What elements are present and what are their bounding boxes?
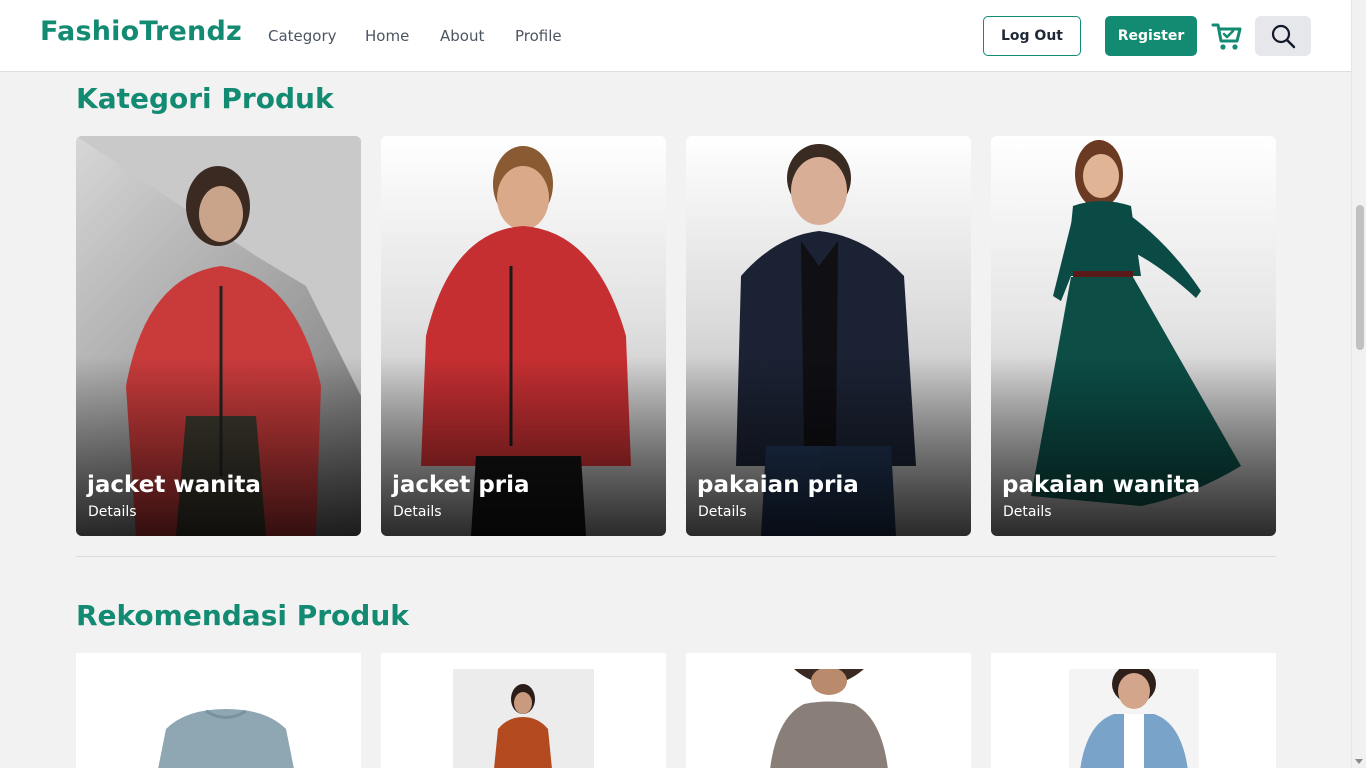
category-card-jacket-pria[interactable]: jacket pria Details bbox=[381, 136, 666, 536]
nav-home[interactable]: Home bbox=[365, 27, 409, 45]
scrollbar-thumb[interactable] bbox=[1356, 205, 1364, 350]
product-card[interactable] bbox=[991, 653, 1276, 768]
search-button[interactable] bbox=[1255, 16, 1311, 56]
nav-profile[interactable]: Profile bbox=[515, 27, 562, 45]
category-details-link[interactable]: Details bbox=[88, 504, 137, 520]
category-title: pakaian wanita bbox=[1002, 472, 1201, 498]
shopping-cart-icon[interactable] bbox=[1211, 20, 1243, 52]
nav-category[interactable]: Category bbox=[268, 27, 337, 45]
product-card[interactable] bbox=[76, 653, 361, 768]
scroll-down-arrow-icon[interactable] bbox=[1355, 759, 1363, 764]
category-title: pakaian pria bbox=[697, 472, 859, 498]
category-card-pakaian-pria[interactable]: pakaian pria Details bbox=[686, 136, 971, 536]
category-card-jacket-wanita[interactable]: jacket wanita Details bbox=[76, 136, 361, 536]
nav-about[interactable]: About bbox=[440, 27, 484, 45]
page-scrollbar[interactable] bbox=[1351, 0, 1366, 768]
product-image-sweater-blue bbox=[126, 669, 326, 768]
category-details-link[interactable]: Details bbox=[1003, 504, 1052, 520]
category-details-link[interactable]: Details bbox=[393, 504, 442, 520]
category-title: jacket wanita bbox=[87, 472, 261, 498]
category-title: jacket pria bbox=[392, 472, 530, 498]
section-divider bbox=[76, 556, 1276, 557]
product-image-sweater-taupe bbox=[764, 669, 894, 768]
product-card[interactable] bbox=[686, 653, 971, 768]
product-image-cardigan-orange bbox=[453, 669, 594, 768]
navbar: FashioTrendz Category Home About Profile… bbox=[0, 0, 1351, 72]
register-button[interactable]: Register bbox=[1105, 16, 1197, 56]
search-icon bbox=[1271, 24, 1296, 49]
product-card[interactable] bbox=[381, 653, 666, 768]
category-card-pakaian-wanita[interactable]: pakaian wanita Details bbox=[991, 136, 1276, 536]
product-image-denim-jacket bbox=[1069, 669, 1199, 768]
brand-logo[interactable]: FashioTrendz bbox=[40, 16, 242, 47]
category-section-title: Kategori Produk bbox=[76, 82, 334, 115]
category-details-link[interactable]: Details bbox=[698, 504, 747, 520]
recommendation-section-title: Rekomendasi Produk bbox=[76, 599, 409, 632]
logout-button[interactable]: Log Out bbox=[983, 16, 1081, 56]
